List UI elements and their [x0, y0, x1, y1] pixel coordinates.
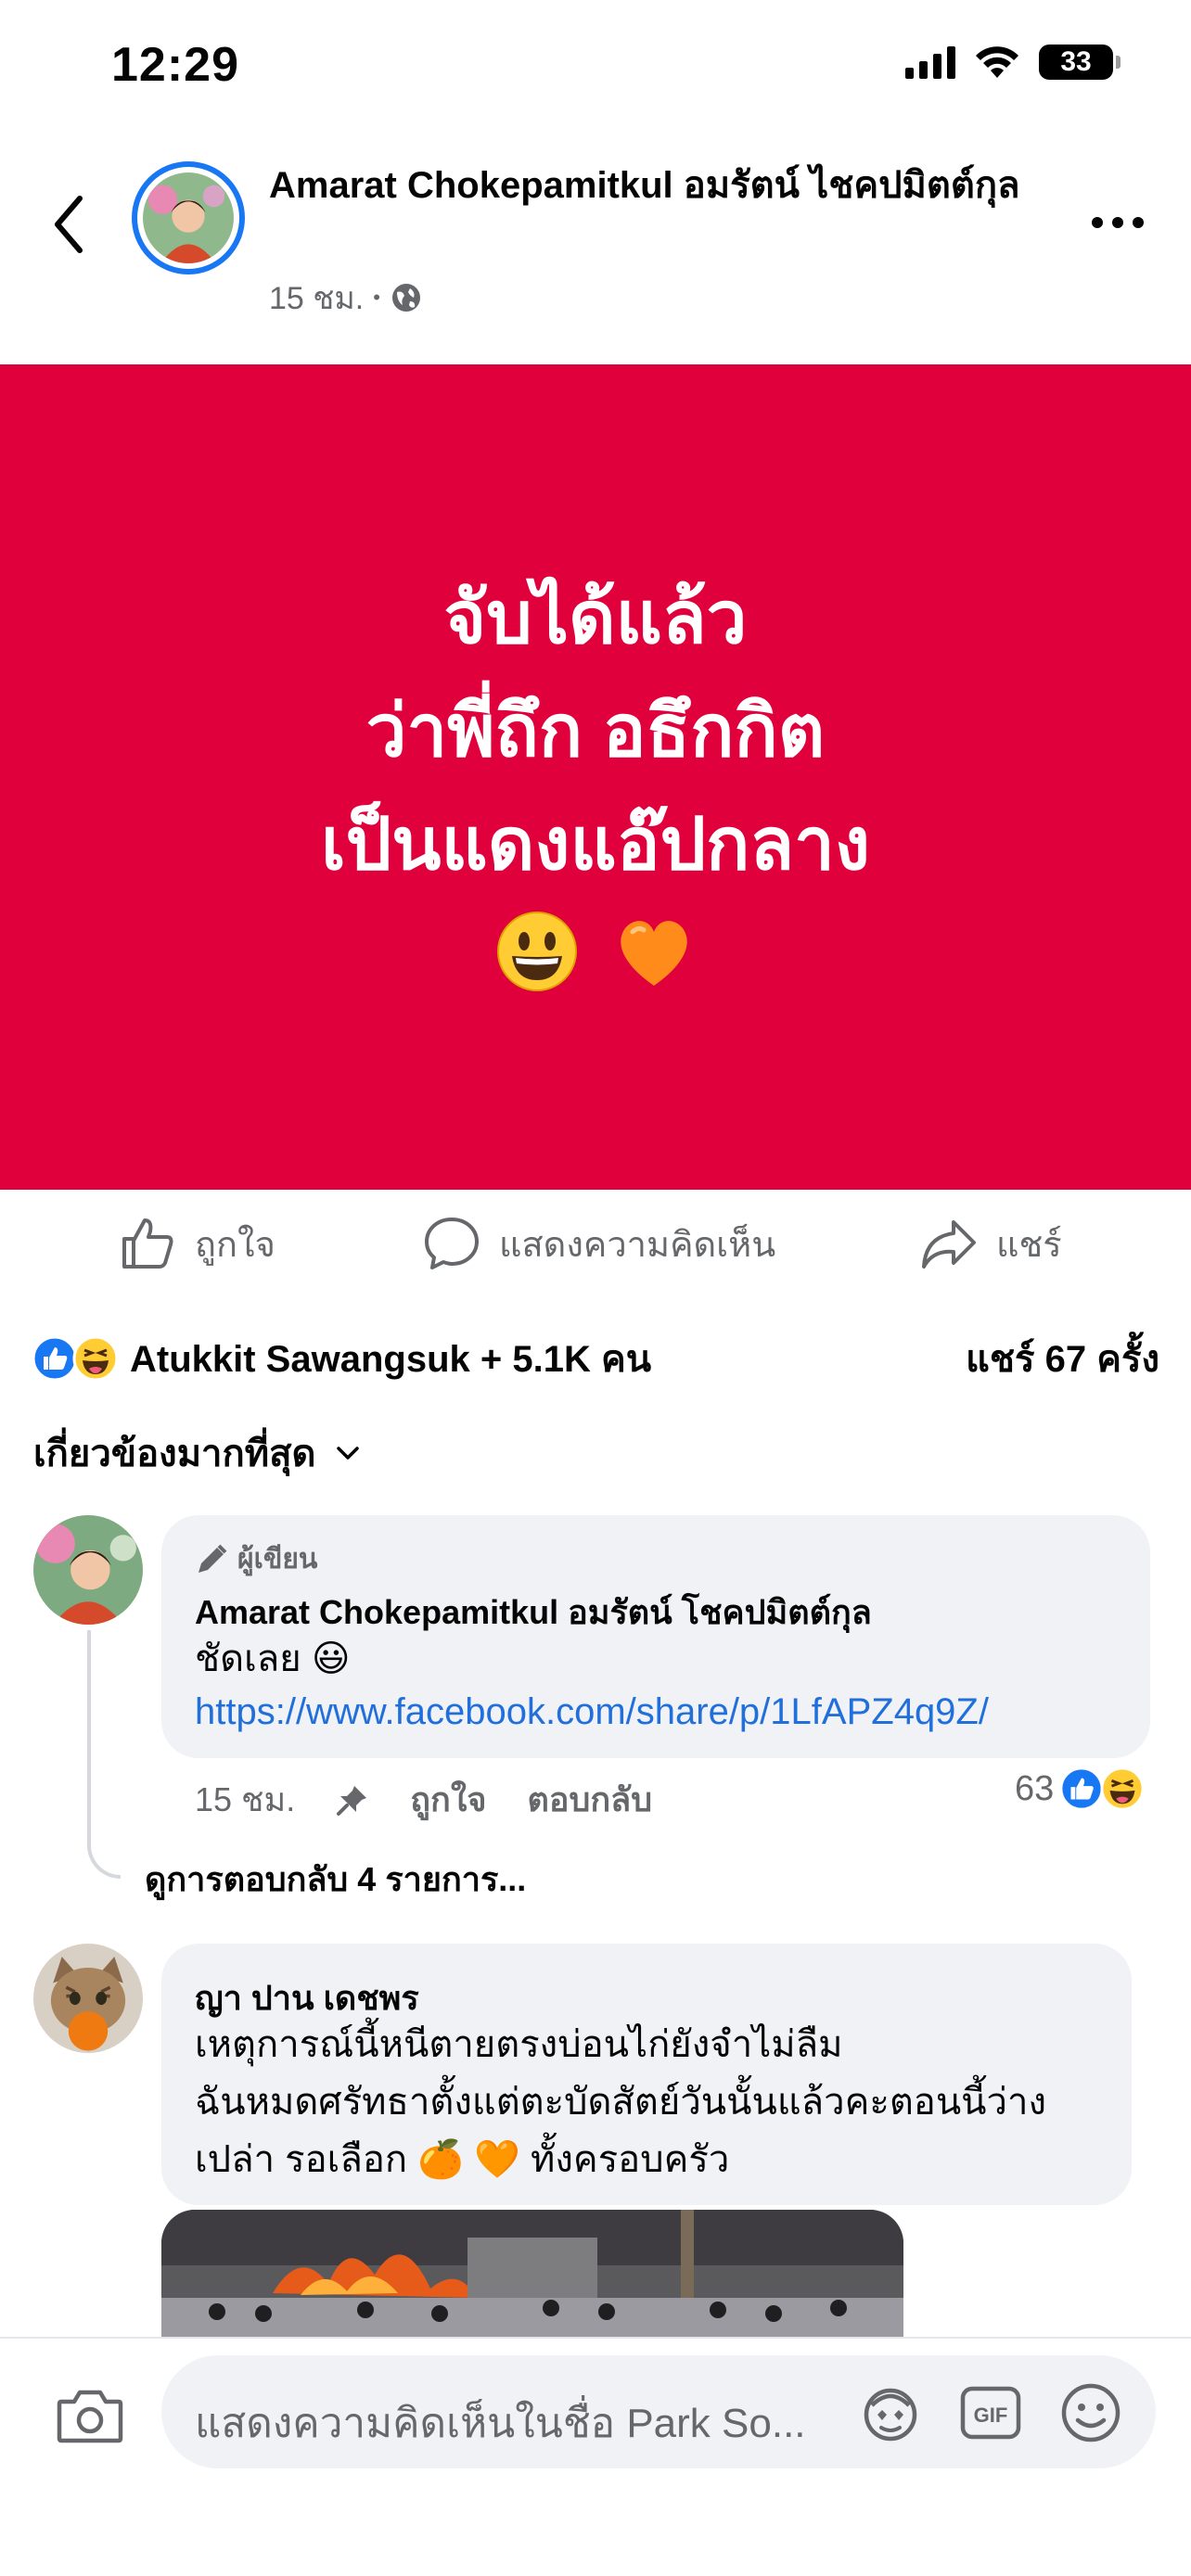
post-line-2: ว่าพี่ถึก อธึกกิต — [365, 690, 826, 772]
comment-reply-button[interactable]: ตอบกลับ — [527, 1773, 652, 1826]
pencil-icon — [198, 1544, 227, 1573]
comment-text: ชัดเลย 😃 — [195, 1639, 351, 1679]
pin-icon — [337, 1785, 367, 1816]
globe-icon — [391, 284, 420, 312]
reactions-summary[interactable]: Atukkit Sawangsuk + 5.1K คน แชร์ 67 ครั้… — [32, 1326, 1159, 1391]
thread-line — [87, 1630, 121, 1879]
avatar-sticker-icon[interactable] — [857, 2379, 924, 2446]
grinning-face-icon — [497, 912, 577, 991]
post-header: Amarat Chokepamitkul อมรัตน์ ไชคปมิตต์กุ… — [0, 139, 1191, 362]
post-time[interactable]: 15 ชม. — [269, 273, 364, 323]
status-bar: 12:29 33 — [0, 0, 1191, 139]
comment-link[interactable]: https://www.facebook.com/share/p/1LfAPZ4… — [195, 1691, 989, 1733]
status-time: 12:29 — [111, 38, 239, 92]
status-icons: 33 — [905, 45, 1121, 80]
author-badge: ผู้เขียน — [195, 1537, 317, 1581]
comment-bubble[interactable]: ผู้เขียน Amarat Chokepamitkul อมรัตน์ โช… — [161, 1515, 1150, 1758]
battery-icon: 33 — [1039, 45, 1121, 80]
thumbs-up-icon — [122, 1218, 173, 1269]
like-reaction-icon — [1059, 1766, 1104, 1811]
share-arrow-icon — [922, 1220, 976, 1269]
like-button[interactable]: ถูกใจ — [119, 1215, 275, 1272]
post-action-bar: ถูกใจ แสดงความคิดเห็น แชร์ — [0, 1196, 1191, 1298]
comment-text-line-2: ฉันหมดศรัทธาตั้งแต่ตะบัดสัตย์วันนั้นแล้ว… — [195, 2082, 1046, 2123]
post-emoji-row — [495, 910, 696, 993]
comment-text-line-3: เปล่า รอเลือก 🍊 🧡 ทั้งครอบครัว — [195, 2139, 730, 2180]
orange-heart-icon — [621, 921, 687, 986]
sort-label: เกี่ยวข้องมากที่สุด — [33, 1434, 316, 1474]
back-icon[interactable] — [41, 187, 96, 261]
more-options-icon[interactable] — [1085, 204, 1150, 241]
comment-label: แสดงความคิดเห็น — [499, 1225, 776, 1265]
share-label: แชร์ — [996, 1225, 1062, 1265]
svg-text:GIF: GIF — [974, 2404, 1008, 2427]
avatar — [143, 172, 234, 263]
author-avatar[interactable] — [132, 161, 245, 274]
shares-count[interactable]: แชร์ 67 ครั้ง — [966, 1329, 1159, 1388]
reaction-icons — [32, 1335, 119, 1382]
post-meta: 15 ชม. • — [269, 273, 423, 323]
comment-image[interactable] — [161, 2210, 903, 2340]
comment-time: 15 ชม. — [195, 1780, 296, 1818]
comment-composer: แสดงความคิดเห็นในชื่อ Park So... GIF — [0, 2337, 1191, 2576]
comment-sort-dropdown[interactable]: เกี่ยวข้องมากที่สุด — [33, 1423, 363, 1483]
comment-button[interactable]: แสดงความคิดเห็น — [423, 1215, 775, 1272]
comment-reaction-count: 63 — [1015, 1768, 1055, 1808]
comment-text-line-1: เหตุการณ์นี้หนีตายตรงบ่อนไก่ยังจำไม่ลืม — [195, 2024, 843, 2065]
comment-input-placeholder: แสดงความคิดเห็นในชื่อ Park So... — [195, 2401, 806, 2446]
like-label: ถูกใจ — [195, 1225, 275, 1265]
view-replies-link[interactable]: ดูการตอบกลับ 4 รายการ... — [145, 1853, 526, 1906]
comment-bubble[interactable]: ญา ปาน เดชพร เหตุการณ์นี้หนีตายตรงบ่อนไก… — [161, 1944, 1132, 2205]
comment-reactions[interactable]: 63 — [1015, 1766, 1145, 1811]
like-reaction-icon — [32, 1335, 78, 1382]
chevron-down-icon — [336, 1447, 359, 1460]
haha-reaction-icon — [72, 1335, 119, 1382]
commenter-avatar[interactable] — [33, 1515, 143, 1625]
cellular-signal-icon — [905, 45, 955, 79]
wifi-icon — [976, 46, 1018, 78]
emoji-icon[interactable] — [1057, 2379, 1124, 2446]
post-line-1: จับได้แล้ว — [443, 577, 748, 658]
meta-separator: • — [373, 286, 380, 309]
reactions-text: Atukkit Sawangsuk + 5.1K คน — [130, 1339, 652, 1380]
post-card: จับได้แล้ว ว่าพี่ถึก อธึกกิต เป็นแดงแอ๊ป… — [0, 364, 1191, 1190]
commenter-avatar[interactable] — [33, 1944, 143, 2053]
author-name[interactable]: Amarat Chokepamitkul อมรัตน์ ไชคปมิตต์กุ… — [269, 158, 1076, 213]
author-badge-label: ผู้เขียน — [237, 1544, 318, 1575]
comment-bubble-icon — [425, 1218, 479, 1269]
comment-input[interactable]: แสดงความคิดเห็นในชื่อ Park So... GIF — [161, 2355, 1156, 2468]
gif-icon[interactable]: GIF — [957, 2379, 1024, 2446]
post-line-3: เป็นแดงแอ๊ปกลาง — [320, 803, 871, 885]
share-button[interactable]: แชร์ — [920, 1215, 1062, 1272]
haha-reaction-icon — [1100, 1766, 1145, 1811]
comment-like-button[interactable]: ถูกใจ — [410, 1773, 486, 1826]
camera-icon[interactable] — [56, 2387, 124, 2446]
comment-meta: 15 ชม. ถูกใจ ตอบกลับ — [195, 1773, 652, 1826]
